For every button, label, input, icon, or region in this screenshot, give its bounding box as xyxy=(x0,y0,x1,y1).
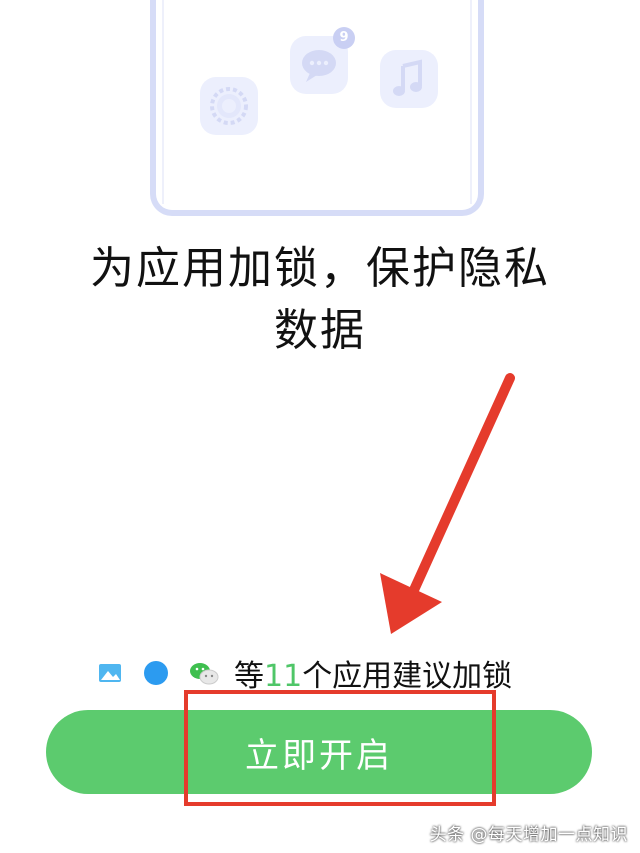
music-icon xyxy=(380,50,438,108)
app-lock-screen: 9 为应用加锁，保护隐私 数据 等11个应用建议加锁 立即开启 头条 @每天增加… xyxy=(0,0,640,853)
settings-icon xyxy=(200,77,258,135)
suggestion-count: 11 xyxy=(264,659,303,694)
title-line-1: 为应用加锁，保护隐私 xyxy=(90,243,550,294)
chat-badge: 9 xyxy=(333,27,355,49)
browser-icon xyxy=(142,659,170,687)
annotation-highlight-box xyxy=(184,690,496,806)
suggestion-text: 等11个应用建议加锁 xyxy=(234,651,512,695)
watermark: 头条 @每天增加一点知识 xyxy=(429,825,628,845)
page-title: 为应用加锁，保护隐私 数据 xyxy=(40,238,600,362)
suggestion-suffix: 个应用建议加锁 xyxy=(302,659,513,694)
title-line-2: 数据 xyxy=(274,305,366,356)
gallery-icon xyxy=(96,659,124,687)
suggestion-prefix: 等 xyxy=(234,659,264,694)
wechat-icon xyxy=(188,659,219,687)
